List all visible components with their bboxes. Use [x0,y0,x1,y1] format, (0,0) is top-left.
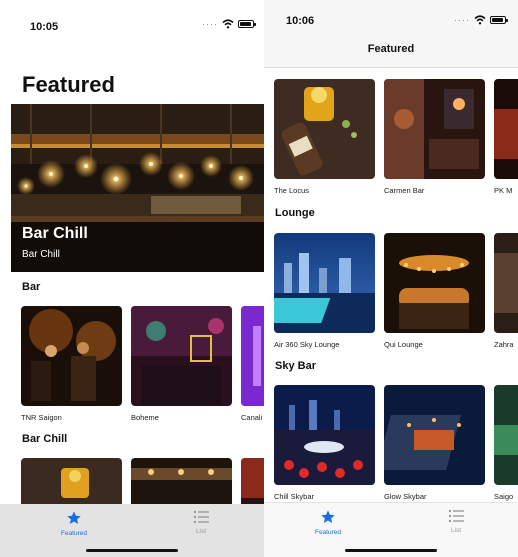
venue-photo [274,233,375,333]
battery-icon [238,20,256,28]
venue-photo [131,306,232,406]
venue-name: Carmen Bar [384,186,425,195]
venue-name: Boheme [131,413,159,422]
tab-label: Featured [314,529,342,536]
venue-card[interactable]: Saigo [494,385,518,501]
wifi-icon [474,15,486,25]
venue-name: The Locus [274,186,310,195]
venue-name: Chill Skybar [274,492,315,501]
venue-card[interactable]: TNR Saigon [21,306,122,422]
venue-name: Saigo [494,492,514,501]
venue-photo [274,79,375,179]
section-row-bar: TNR Saigon Boheme Canali [21,306,264,422]
hero-bar-photo [11,104,264,272]
home-indicator [345,549,437,552]
star-icon [67,511,81,524]
tab-bar: Featured List [0,504,264,557]
section-header-bar-chill: Bar Chill [22,433,68,445]
hero-subtitle: Bar Chill [22,249,60,260]
status-icons: ···· [202,19,256,29]
venue-card[interactable]: PK M [494,79,518,195]
screen-featured-large-title: 10:05 ···· Featured Bar Chill Bar Chill … [0,0,264,557]
venue-card[interactable]: Qui Lounge [384,233,485,349]
status-time: 10:06 [286,15,315,27]
venue-card[interactable]: The Locus [274,79,375,195]
list-icon [448,509,464,523]
venue-card[interactable]: Air 360 Sky Lounge [274,233,375,349]
venue-name: Glow Skybar [384,492,427,501]
tab-label: Featured [60,530,88,537]
screen-featured-scrolled: 10:06 ···· Featured The Locus Carmen Bar… [264,0,518,557]
status-bar: 10:05 ···· [0,0,264,44]
venue-card[interactable]: Chill Skybar [274,385,375,501]
venue-photo [384,79,485,179]
venue-name: Canali [241,413,263,422]
hero-card[interactable]: Bar Chill Bar Chill [11,104,264,272]
venue-name: Zahra [494,340,514,349]
tab-bar: Featured List [264,502,518,557]
section-row-sky-bar: Chill Skybar Glow Skybar Saigo [274,385,518,501]
venue-name: Qui Lounge [384,340,423,349]
section-row-featured: The Locus Carmen Bar PK M [274,79,518,195]
tab-list[interactable]: List [171,510,231,535]
signal-dots-icon: ···· [454,15,470,25]
venue-photo [384,385,485,485]
section-header-sky-bar: Sky Bar [275,360,316,372]
star-icon [321,510,335,523]
venue-card[interactable]: Carmen Bar [384,79,485,195]
venue-name: Air 360 Sky Lounge [274,340,340,349]
section-header-lounge: Lounge [275,207,315,219]
tab-featured[interactable]: Featured [44,510,104,537]
battery-icon [490,16,508,24]
status-bar: 10:06 ···· [264,0,518,44]
venue-card[interactable]: Boheme [131,306,232,422]
page-title: Featured [22,72,115,97]
tab-featured[interactable]: Featured [298,509,358,536]
status-time: 10:05 [30,21,59,33]
section-row-lounge: Air 360 Sky Lounge Qui Lounge Zahra [274,233,518,349]
hero-title: Bar Chill [22,225,88,242]
venue-name: TNR Saigon [21,413,62,422]
venue-name: PK M [494,186,513,195]
venue-photo [274,385,375,485]
venue-photo [494,385,518,485]
venue-photo [494,233,518,333]
tab-label: List [195,528,207,535]
home-indicator [86,549,178,552]
venue-photo [494,79,518,179]
venue-photo [384,233,485,333]
venue-photo [241,306,264,406]
venue-card[interactable]: Canali [241,306,264,422]
nav-title: Featured [367,43,415,55]
list-icon [193,510,209,524]
wifi-icon [222,19,234,29]
venue-card[interactable]: Glow Skybar [384,385,485,501]
venue-photo [21,306,122,406]
status-icons: ···· [454,15,508,25]
venue-card[interactable]: Zahra [494,233,518,349]
navigation-bar: 10:06 ···· Featured [264,0,518,68]
section-header-bar: Bar [22,281,41,293]
tab-label: List [450,527,462,534]
tab-list[interactable]: List [426,509,486,534]
signal-dots-icon: ···· [202,19,218,29]
